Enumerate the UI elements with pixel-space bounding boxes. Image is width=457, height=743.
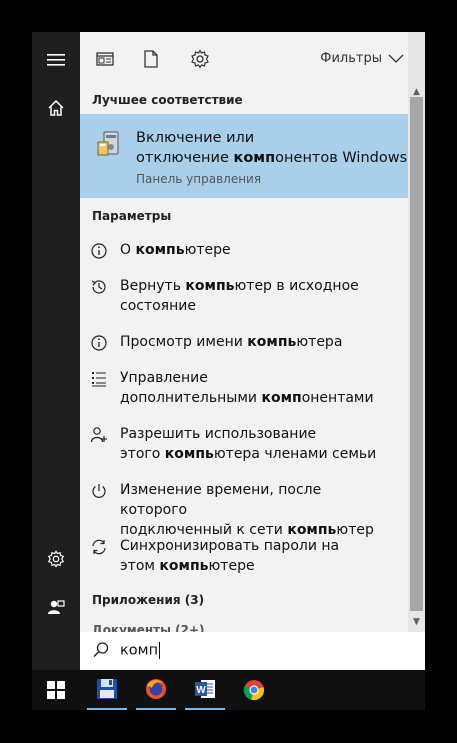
settings-section-header: Параметры [92,209,172,223]
settings-item-label: Вернуть компьютер в исходное состояние [120,278,359,314]
search-input[interactable]: комп [120,642,161,659]
taskbar-app-chrome[interactable] [234,670,274,710]
start-left-rail [32,32,80,670]
svg-text:W: W [196,685,206,696]
info-icon [91,243,107,259]
power-icon [92,484,106,498]
settings-item-about-pc[interactable]: О компьютере [80,240,408,262]
settings-item-label: О компьютере [120,242,231,258]
best-match-header: Лучшее соответствие [92,93,243,107]
filters-label: Фильтры [320,51,382,66]
settings-filter-icon[interactable] [189,48,211,70]
info-icon [91,335,107,351]
apps-section-header[interactable]: Приложения (3) [92,593,204,607]
settings-item-power-sleep[interactable]: Изменение времени, после которого подключ… [80,480,408,538]
settings-item-label: Управление дополнительными компонентами [120,370,374,406]
apps-filter-icon[interactable] [94,48,116,70]
firefox-icon [146,679,166,699]
taskbar-app-save[interactable] [87,670,127,710]
scrollbar-thumb[interactable] [410,97,423,611]
windows-start-icon [47,681,65,699]
user-account-icon [48,600,65,614]
settings-item-optional-features[interactable]: Управление дополнительными компонентами [80,368,408,410]
word-icon: W [195,680,215,698]
chevron-down-icon [388,54,404,63]
list-icon [92,372,106,387]
sync-icon [92,539,106,555]
taskbar-app-word[interactable]: W [185,670,225,710]
settings-item-label: Изменение времени, после которого подключ… [120,482,374,538]
settings-button[interactable] [32,535,80,583]
search-icon [93,642,109,658]
scroll-down-icon[interactable]: ▼ [408,614,425,630]
chrome-icon [243,680,264,701]
home-button[interactable] [32,84,80,132]
best-match-subtitle: Панель управления [136,172,262,186]
filters-dropdown[interactable]: Фильтры [320,51,404,66]
home-icon [48,99,64,116]
settings-item-label: Синхронизировать пароли на этом компьютер… [120,538,340,574]
results-toolbar: Фильтры [80,32,408,84]
history-icon [91,280,106,294]
settings-item-label: Разрешить использование этого компьютера … [120,426,377,462]
floppy-disk-icon [97,679,117,699]
settings-item-label: Просмотр имени компьютера [120,334,343,350]
hamburger-icon [47,54,65,66]
settings-item-family-access[interactable]: Разрешить использование этого компьютера … [80,424,408,466]
add-user-icon [90,427,107,443]
search-box[interactable]: комп [80,632,425,670]
hamburger-menu-button[interactable] [32,36,80,84]
settings-item-reset-pc[interactable]: Вернуть компьютер в исходное состояние [80,276,408,318]
best-match-item[interactable]: Включение или отключение компонентов Win… [80,114,408,198]
taskbar-app-firefox[interactable] [136,670,176,710]
search-results-panel: Фильтры Лучшее соответствие Включение ил… [80,32,408,632]
settings-item-view-pc-name[interactable]: Просмотр имени компьютера [80,332,408,354]
settings-item-sync-passwords[interactable]: Синхронизировать пароли на этом компьютер… [80,536,408,578]
taskbar: W [32,670,425,710]
control-panel-components-icon [97,131,119,156]
start-button[interactable] [36,670,76,710]
user-account-button[interactable] [32,583,80,631]
gear-icon [47,550,65,568]
document-filter-icon[interactable] [140,48,162,70]
documents-section-header[interactable]: Документы (2+) [92,623,205,632]
best-match-title: Включение или отключение компонентов Win… [136,130,408,166]
